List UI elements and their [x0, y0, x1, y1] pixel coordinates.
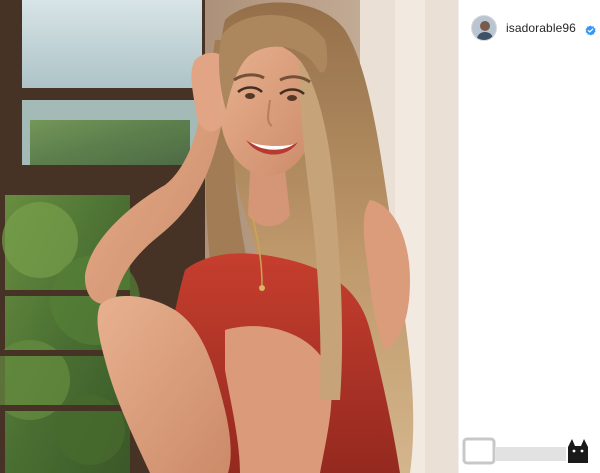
avatar-image	[472, 16, 496, 40]
photo-illustration	[0, 0, 458, 473]
avatar[interactable]	[471, 15, 497, 41]
watermark-logo	[462, 437, 588, 465]
post-photo[interactable]	[0, 0, 458, 473]
post-side-panel: isadorable96	[458, 0, 600, 473]
post-header: isadorable96	[471, 14, 596, 42]
username-link[interactable]: isadorable96	[506, 21, 576, 35]
verified-badge-icon	[585, 23, 596, 36]
